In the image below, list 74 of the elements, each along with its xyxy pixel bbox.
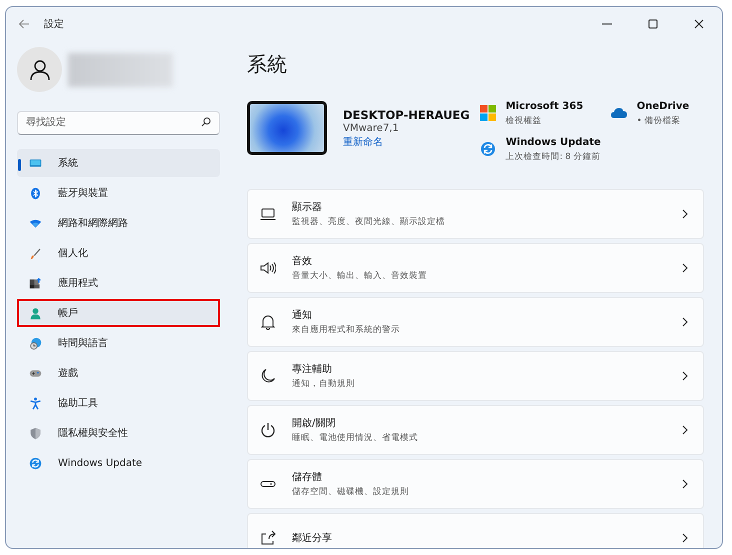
service-subtitle: 檢視權益 [506, 115, 543, 127]
selection-indicator [18, 159, 21, 171]
card-subtitle: 來自應用程式和系統的警示 [292, 324, 401, 336]
update-icon[interactable] [480, 141, 496, 157]
card-title: 儲存體 [292, 470, 323, 484]
device-model: VMware7,1 [343, 123, 400, 134]
chevron-icon [681, 533, 689, 543]
card-title: 通知 [292, 308, 313, 322]
back-arrow-icon[interactable] [18, 18, 30, 30]
card-subtitle: 睡眠、電池使用情況、省電模式 [292, 432, 419, 444]
shield-icon [29, 426, 42, 440]
sidebar-item[interactable]: 應用程式 [17, 269, 220, 297]
card-title: 鄰近分享 [292, 532, 333, 545]
settings-card[interactable]: 儲存體 儲存空間、磁碟機、設定規則 [247, 459, 704, 509]
four-squares-icon[interactable] [480, 105, 496, 121]
bell-icon [260, 314, 276, 330]
chevron-icon [681, 317, 689, 327]
page-title: 系統 [247, 51, 288, 78]
settings-card[interactable]: 通知 來自應用程式和系統的警示 [247, 297, 704, 347]
service-title[interactable]: Microsoft 365 [506, 101, 584, 112]
close-icon [694, 19, 704, 29]
maximize-icon [648, 19, 658, 29]
chevron-icon [681, 263, 689, 273]
bluetooth-icon [29, 186, 42, 200]
chevron-icon [681, 479, 689, 489]
sidebar-item[interactable]: 個人化 [17, 239, 220, 267]
sidebar-item[interactable]: 隱私權與安全性 [17, 419, 220, 447]
card-title: 音效 [292, 254, 313, 268]
card-title: 專注輔助 [292, 362, 333, 376]
sidebar-item[interactable]: 協助工具 [17, 389, 220, 417]
settings-card[interactable]: 音效 音量大小、輸出、輸入、音效裝置 [247, 243, 704, 293]
service-title[interactable]: OneDrive [636, 101, 690, 112]
power-icon [260, 422, 276, 438]
card-subtitle: 監視器、亮度、夜間光線、顯示設定檔 [292, 216, 446, 228]
sidebar-item[interactable]: Windows Update [17, 449, 220, 477]
chevron-icon [681, 425, 689, 435]
card-title: 開啟/關閉 [292, 417, 336, 430]
sidebar-item[interactable]: 遊戲 [17, 359, 220, 387]
speaker-icon [260, 260, 276, 276]
brush-icon [29, 246, 42, 260]
moon-icon [260, 368, 276, 384]
apps-icon [29, 276, 42, 290]
sidebar-item[interactable]: 系統 [17, 149, 220, 177]
settings-card[interactable]: 顯示器 監視器、亮度、夜間光線、顯示設定檔 [247, 189, 704, 239]
service-subtitle: • 備份檔案 [636, 115, 682, 127]
card-subtitle: 通知，自動規則 [292, 378, 356, 390]
sidebar-item[interactable]: 時間與語言 [17, 329, 220, 357]
accessibility-icon [29, 396, 42, 410]
card-subtitle: 音量大小、輸出、輸入、音效裝置 [292, 270, 428, 282]
person-icon [29, 306, 42, 320]
avatar[interactable] [17, 47, 62, 92]
update-icon [29, 456, 42, 470]
sidebar-item[interactable]: 藍牙與裝置 [17, 179, 220, 207]
clock-globe-icon [29, 336, 42, 350]
display-icon [29, 156, 42, 170]
settings-card[interactable]: 開啟/關閉 睡眠、電池使用情況、省電模式 [247, 405, 704, 455]
sidebar-item[interactable]: 網路和網際網路 [17, 209, 220, 237]
search-icon [201, 117, 211, 127]
chevron-icon [681, 371, 689, 381]
laptop-icon [260, 206, 276, 222]
sidebar-item[interactable]: 帳戶 [17, 299, 220, 327]
search-field[interactable]: 尋找設定 [17, 110, 220, 134]
device-name: DESKTOP-HERAUEG [343, 108, 470, 122]
window-title: 設定 [44, 18, 65, 31]
rename-link[interactable]: 重新命名 [343, 135, 470, 149]
chevron-icon [681, 209, 689, 219]
card-subtitle: 儲存空間、磁碟機、設定規則 [292, 486, 410, 498]
service-subtitle: 上次檢查時間: 8 分鐘前 [506, 151, 601, 163]
cloud-icon[interactable] [610, 105, 627, 121]
service-title[interactable]: Windows Update [506, 137, 601, 148]
share-icon [260, 530, 276, 546]
settings-card[interactable]: 鄰近分享 [247, 513, 704, 548]
settings-card[interactable]: 專注輔助 通知，自動規則 [247, 351, 704, 401]
card-title: 顯示器 [292, 200, 323, 214]
